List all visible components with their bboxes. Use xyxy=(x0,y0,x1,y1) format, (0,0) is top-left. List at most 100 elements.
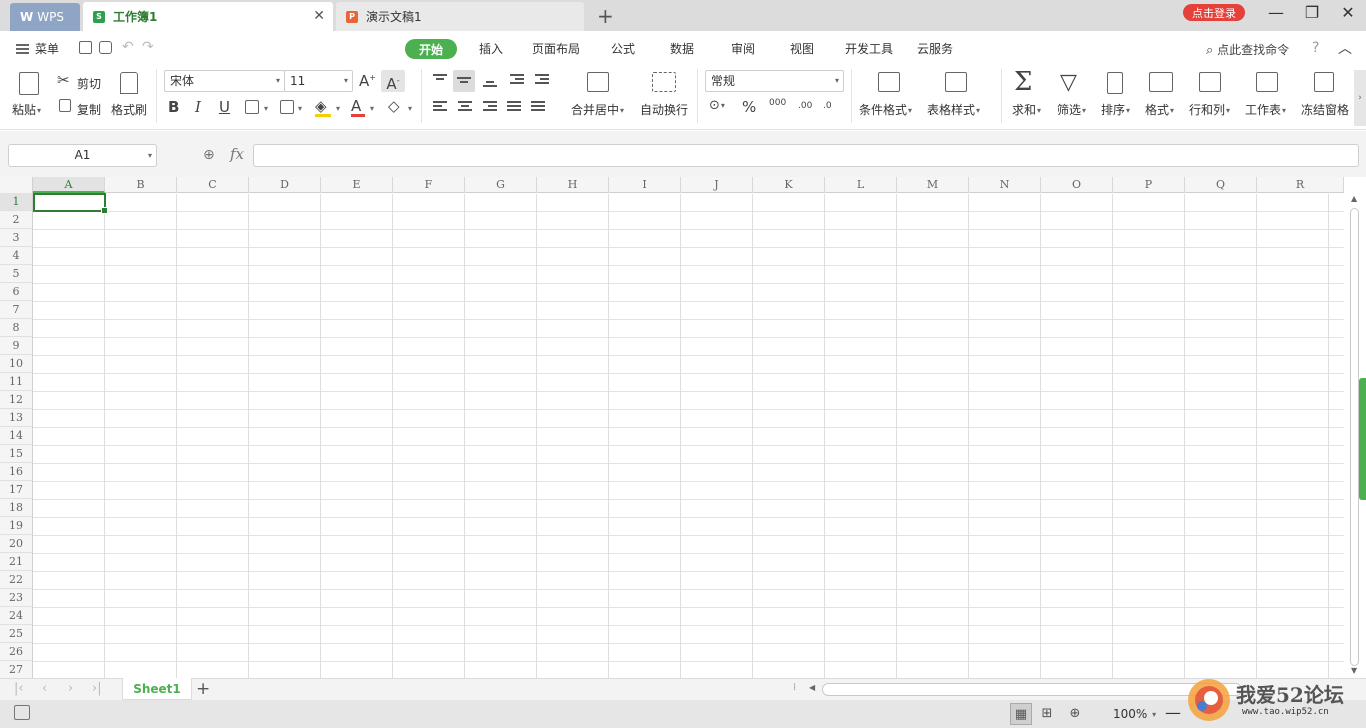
restore-icon[interactable]: ❐ xyxy=(1302,3,1322,22)
tab-home[interactable]: 开始 xyxy=(405,39,457,59)
font-size-select[interactable]: 11 ▾ xyxy=(284,70,353,92)
command-search[interactable]: ⌕ 点此查找命令 xyxy=(1206,41,1289,58)
prev-sheet-icon[interactable]: ‹ xyxy=(42,681,47,696)
undo-icon[interactable]: ↶ xyxy=(122,39,134,55)
percent-button[interactable]: % xyxy=(742,98,756,116)
help-icon[interactable]: ? xyxy=(1312,40,1319,56)
split-handle-icon[interactable]: ⁞ xyxy=(793,682,796,693)
format-button[interactable]: 格式▾ xyxy=(1145,101,1174,118)
next-sheet-icon[interactable]: › xyxy=(68,681,73,696)
add-sheet-plus-icon[interactable]: + xyxy=(196,679,210,699)
tab-workbook[interactable]: S 工作簿1 ✕ xyxy=(83,2,333,31)
freeze-panes-button[interactable]: 冻结窗格 xyxy=(1301,101,1349,118)
minimize-icon[interactable]: — xyxy=(1266,3,1286,22)
currency-icon[interactable]: ⊙▾ xyxy=(709,98,725,113)
tab-view[interactable]: 视图 xyxy=(790,40,814,57)
align-top-icon[interactable] xyxy=(433,74,447,82)
tab-cloud-services[interactable]: 云服务 xyxy=(917,40,953,57)
row-header[interactable]: 10 xyxy=(0,355,32,373)
rows-columns-button[interactable]: 行和列▾ xyxy=(1189,101,1230,118)
column-header[interactable]: G xyxy=(465,177,537,193)
format-painter-button[interactable]: 格式刷 xyxy=(111,101,147,118)
row-header[interactable]: 27 xyxy=(0,661,32,678)
align-middle-icon[interactable] xyxy=(457,77,471,85)
column-header[interactable]: B xyxy=(105,177,177,193)
underline-button[interactable]: U xyxy=(219,98,230,116)
row-header[interactable]: 26 xyxy=(0,643,32,661)
macro-status-icon[interactable] xyxy=(14,705,30,720)
column-header[interactable]: P xyxy=(1113,177,1185,193)
font-color-icon[interactable]: A xyxy=(351,97,361,115)
cell-area[interactable] xyxy=(33,194,1344,678)
ribbon-scroll-right-icon[interactable]: › xyxy=(1354,70,1366,126)
row-header[interactable]: 11 xyxy=(0,373,32,391)
tab-formulas[interactable]: 公式 xyxy=(611,40,635,57)
increase-decimal-button[interactable]: .00 xyxy=(798,101,812,111)
paste-button[interactable]: 粘贴▾ xyxy=(12,101,41,118)
formula-input[interactable] xyxy=(253,144,1359,167)
row-header[interactable]: 17 xyxy=(0,481,32,499)
column-header[interactable]: Q xyxy=(1185,177,1257,193)
thousands-separator-button[interactable]: 000 xyxy=(769,98,786,108)
decrease-decimal-icon[interactable]: .0 xyxy=(823,101,832,111)
column-header[interactable]: H xyxy=(537,177,609,193)
first-sheet-icon[interactable]: |‹ xyxy=(14,681,24,696)
active-cell-a1[interactable] xyxy=(33,193,108,214)
eraser-icon[interactable]: ◇ xyxy=(388,97,400,115)
merge-center-button[interactable]: 合并居中▾ xyxy=(571,101,624,118)
table-style-button[interactable]: 表格样式▾ xyxy=(927,101,980,118)
horizontal-scrollbar[interactable] xyxy=(822,683,1242,696)
collapse-ribbon-icon[interactable]: ︿ xyxy=(1338,38,1352,58)
row-header[interactable]: 25 xyxy=(0,625,32,643)
row-header[interactable]: 21 xyxy=(0,553,32,571)
column-header[interactable]: M xyxy=(897,177,969,193)
save-icon[interactable] xyxy=(79,41,92,54)
chevron-down-icon[interactable]: ▾ xyxy=(264,104,268,113)
italic-button[interactable]: I xyxy=(195,98,201,116)
zoom-out-icon[interactable]: — xyxy=(1165,703,1181,722)
column-header[interactable]: K xyxy=(753,177,825,193)
side-panel-handle[interactable] xyxy=(1359,378,1366,500)
login-button[interactable]: 点击登录 xyxy=(1183,4,1245,21)
vertical-scroll-thumb[interactable] xyxy=(1350,208,1359,666)
conditional-format-button[interactable]: 条件格式▾ xyxy=(859,101,912,118)
zoom-level[interactable]: 100% ▾ xyxy=(1113,707,1156,721)
main-menu-button[interactable]: 菜单 xyxy=(16,40,59,57)
cell-style-icon[interactable] xyxy=(280,100,294,114)
cut-button[interactable]: 剪切 xyxy=(77,75,101,92)
column-header[interactable]: F xyxy=(393,177,465,193)
tab-review[interactable]: 审阅 xyxy=(731,40,755,57)
page-break-view-icon[interactable]: ⊞ xyxy=(1036,703,1058,725)
align-right-icon[interactable] xyxy=(483,101,497,113)
new-tab-plus-icon[interactable]: + xyxy=(597,4,614,28)
chevron-down-icon[interactable]: ▾ xyxy=(408,104,412,113)
row-header[interactable]: 9 xyxy=(0,337,32,355)
chevron-down-icon[interactable]: ▾ xyxy=(298,104,302,113)
column-header[interactable]: I xyxy=(609,177,681,193)
tab-page-layout[interactable]: 页面布局 xyxy=(532,40,580,57)
row-header[interactable]: 12 xyxy=(0,391,32,409)
row-header[interactable]: 7 xyxy=(0,301,32,319)
normal-view-icon[interactable]: ▦ xyxy=(1010,703,1032,725)
column-header[interactable]: J xyxy=(681,177,753,193)
fill-color-icon[interactable]: ◈ xyxy=(315,97,327,115)
borders-icon[interactable] xyxy=(245,100,259,114)
column-header[interactable]: A xyxy=(33,177,105,193)
print-icon[interactable] xyxy=(99,41,112,54)
column-header[interactable]: C xyxy=(177,177,249,193)
column-header[interactable]: L xyxy=(825,177,897,193)
decrease-indent-icon[interactable] xyxy=(510,74,524,86)
chevron-down-icon[interactable]: ▾ xyxy=(370,104,374,113)
tab-insert[interactable]: 插入 xyxy=(479,40,503,57)
row-header[interactable]: 20 xyxy=(0,535,32,553)
spreadsheet-grid[interactable]: ABCDEFGHIJKLMNOPQR 1 2 3 4 5 6 7 8 9 10 11 12 13 14 15… xyxy=(0,177,1344,678)
row-header[interactable]: 1 xyxy=(0,193,32,211)
close-icon[interactable]: ✕ xyxy=(313,8,325,24)
zoom-search-icon[interactable]: ⊕ xyxy=(203,147,215,163)
name-box[interactable]: A1 ▾ xyxy=(8,144,157,167)
page-layout-view-icon[interactable]: ⊕ xyxy=(1064,703,1086,725)
worksheet-button[interactable]: 工作表▾ xyxy=(1245,101,1286,118)
sheet-tab[interactable]: Sheet1 xyxy=(122,678,192,700)
justify-icon[interactable] xyxy=(507,101,521,113)
row-header[interactable]: 2 xyxy=(0,211,32,229)
